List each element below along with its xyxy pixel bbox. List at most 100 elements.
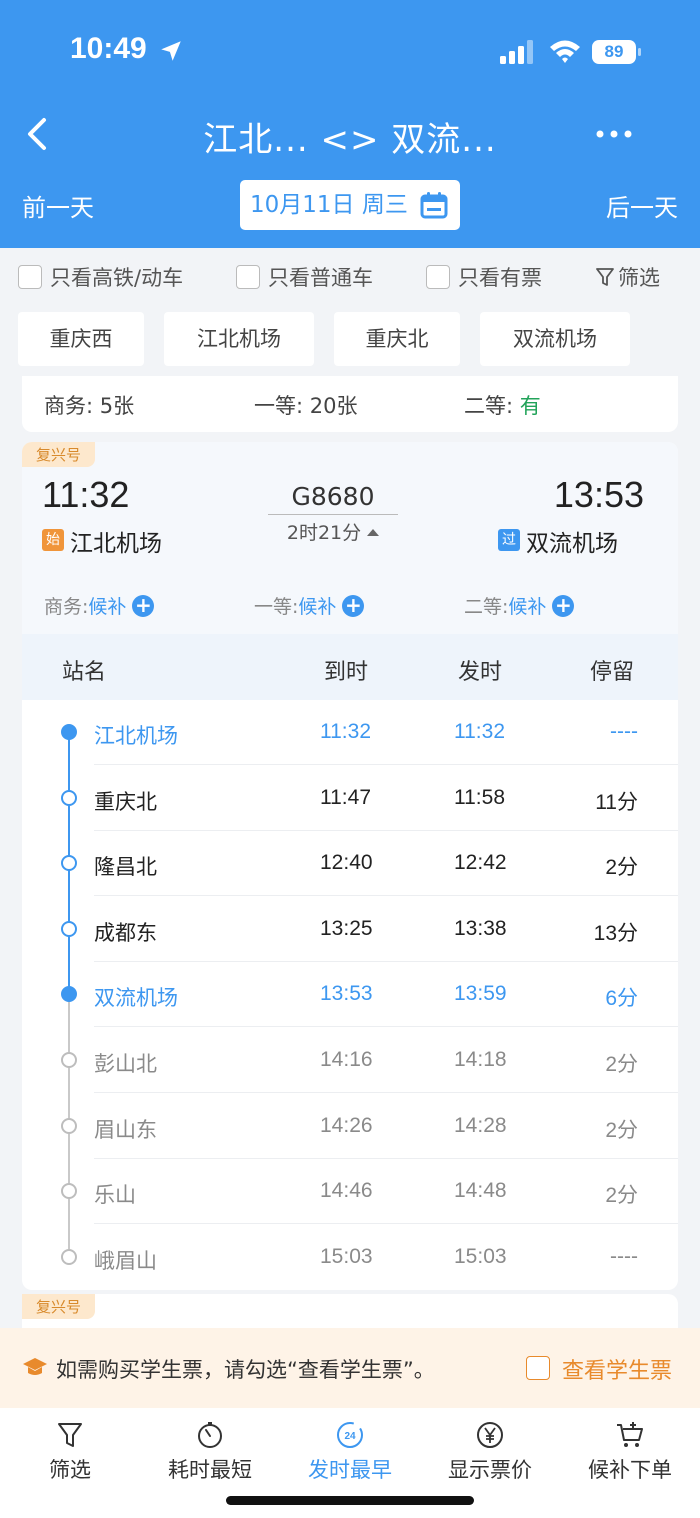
home-indicator — [226, 1496, 474, 1505]
stop-stay: 2分 — [605, 1184, 638, 1208]
stop-arrive: 15:03 — [320, 1244, 373, 1268]
stop-station: 隆昌北 — [94, 855, 157, 880]
train-summary[interactable]: 复兴号 11:32 G8680 2时21分 13:53 始 江北机场 过 双流机… — [22, 442, 678, 634]
stop-arrive: 13:53 — [320, 982, 373, 1006]
stop-row: 彭山北 14:16 14:18 2分 — [22, 1028, 678, 1093]
nav-shortest[interactable]: 耗时最短 — [140, 1420, 280, 1484]
filter-icon — [58, 1423, 82, 1447]
stop-depart: 13:38 — [454, 916, 507, 940]
stop-station: 眉山东 — [94, 1117, 157, 1142]
yen-icon — [477, 1422, 503, 1448]
seat-business: 商务: 5张 — [44, 394, 135, 418]
stop-stay: 2分 — [605, 856, 638, 880]
checkbox-box — [18, 265, 42, 289]
brand-tag: 复兴号 — [22, 442, 96, 467]
add-waitlist-icon: + — [132, 594, 155, 617]
stop-station: 乐山 — [94, 1183, 136, 1208]
stops-table-header: 站名 到时 发时 停留 — [22, 634, 678, 700]
checkbox-label: 只看有票 — [458, 266, 542, 290]
stop-station: 峨眉山 — [94, 1248, 157, 1273]
location-arrow-icon — [161, 41, 181, 61]
train-number: G8680 — [268, 482, 398, 515]
seat-first-class: 一等: 20张 — [254, 394, 358, 418]
svg-text:24: 24 — [344, 1431, 356, 1442]
stop-arrive: 11:32 — [320, 720, 371, 743]
timeline-dot — [61, 920, 77, 937]
arrival-time: 13:53 — [553, 474, 644, 515]
stop-station: 成都东 — [94, 920, 157, 945]
stop-row: 乐山 14:46 14:48 2分 — [22, 1159, 678, 1225]
stop-stay: ---- — [610, 720, 638, 743]
stop-depart: 11:58 — [454, 785, 505, 809]
stop-arrive: 13:25 — [320, 916, 373, 940]
available-only-checkbox[interactable]: 只看有票 — [426, 262, 542, 292]
nav-earliest[interactable]: 24 发时最早 — [280, 1420, 420, 1484]
back-arrow-icon[interactable] — [22, 116, 54, 152]
student-notice: 如需购买学生票，请勾选“查看学生票”。 — [56, 1358, 435, 1382]
header-arrive: 到时 — [324, 660, 369, 685]
timeline-dot — [61, 1052, 77, 1068]
stop-row: 成都东 13:25 13:38 13分 — [22, 897, 678, 962]
add-waitlist-icon: + — [342, 594, 365, 617]
regular-only-checkbox[interactable]: 只看普通车 — [236, 262, 373, 292]
next-day-button[interactable]: 后一天 — [606, 188, 678, 223]
station-tab-jiangbei-airport[interactable]: 江北机场 — [164, 312, 314, 366]
checkbox-box — [426, 265, 450, 289]
nav-filter[interactable]: 筛选 — [0, 1420, 140, 1484]
stop-row: 江北机场 11:32 11:32 ---- — [22, 700, 678, 765]
cart-plus-icon — [617, 1422, 643, 1447]
stop-depart: 13:59 — [454, 982, 507, 1006]
nav-waitlist-order[interactable]: 候补下单 — [560, 1420, 700, 1484]
departure-time: 11:32 — [42, 474, 130, 515]
timeline-dot — [61, 1117, 77, 1134]
timeline-dot — [61, 789, 77, 806]
stop-arrive: 11:47 — [320, 785, 371, 809]
train-card[interactable]: 复兴号 11:32 G8680 2时21分 13:53 始 江北机场 过 双流机… — [22, 442, 678, 1290]
high-speed-only-checkbox[interactable]: 只看高铁/动车 — [18, 262, 183, 292]
waitlist-business[interactable]: 商务: 候补 + — [44, 592, 155, 619]
date-label: 10月11日 周三 — [250, 192, 408, 218]
filter-button[interactable]: 筛选 — [596, 262, 660, 292]
station-tab-shuangliu-airport[interactable]: 双流机场 — [480, 312, 630, 366]
timer-icon — [198, 1422, 222, 1448]
nav-show-price[interactable]: 显示票价 — [420, 1420, 560, 1484]
passing-station-badge: 过 — [498, 529, 520, 551]
prev-day-button[interactable]: 前一天 — [22, 188, 94, 223]
stop-station: 双流机场 — [94, 986, 178, 1011]
stop-row: 重庆北 11:47 11:58 11分 — [22, 766, 678, 831]
stop-stay: 6分 — [605, 987, 638, 1011]
stop-arrive: 14:26 — [320, 1113, 373, 1137]
checkbox-label: 只看普通车 — [268, 266, 373, 290]
student-ticket-link[interactable]: 查看学生票 — [562, 1353, 672, 1385]
battery-icon: 89 — [592, 40, 642, 64]
stop-depart: 12:42 — [454, 851, 507, 875]
stop-depart: 14:18 — [454, 1048, 507, 1071]
stop-station: 重庆北 — [94, 789, 157, 814]
train-duration[interactable]: 2时21分 — [268, 518, 398, 545]
station-tab-chongqingbei[interactable]: 重庆北 — [334, 312, 460, 366]
waitlist-second-class[interactable]: 二等: 候补 + — [464, 592, 575, 619]
header-depart: 发时 — [458, 660, 503, 685]
departure-station: 江北机场 — [70, 531, 162, 557]
station-tab-chongqingxi[interactable]: 重庆西 — [18, 312, 144, 366]
timeline-dot — [61, 1183, 77, 1200]
student-ticket-bar: 如需购买学生票，请勾选“查看学生票”。 查看学生票 — [0, 1328, 700, 1408]
date-picker-button[interactable]: 10月11日 周三 — [240, 180, 460, 230]
student-ticket-checkbox[interactable] — [526, 1356, 550, 1380]
graduation-cap-icon — [23, 1358, 47, 1375]
prev-train-card[interactable]: 商务: 5张 一等: 20张 二等: 有 — [22, 376, 678, 432]
stop-arrive: 14:46 — [320, 1179, 373, 1203]
header-stay: 停留 — [590, 660, 635, 685]
stop-depart: 14:48 — [454, 1179, 507, 1203]
arrival-station: 双流机场 — [526, 531, 618, 557]
stop-depart: 11:32 — [454, 720, 505, 743]
stop-row: 隆昌北 12:40 12:42 2分 — [22, 831, 678, 897]
stop-station: 江北机场 — [94, 724, 178, 748]
timeline-dot — [61, 986, 77, 1003]
more-icon[interactable] — [594, 124, 634, 144]
waitlist-first-class[interactable]: 一等: 候补 + — [254, 592, 365, 619]
station-tabs: 重庆西 江北机场 重庆北 双流机场 — [0, 312, 700, 368]
collapse-caret-icon — [367, 529, 380, 536]
timeline-dot — [61, 724, 77, 740]
add-waitlist-icon: + — [552, 594, 575, 617]
